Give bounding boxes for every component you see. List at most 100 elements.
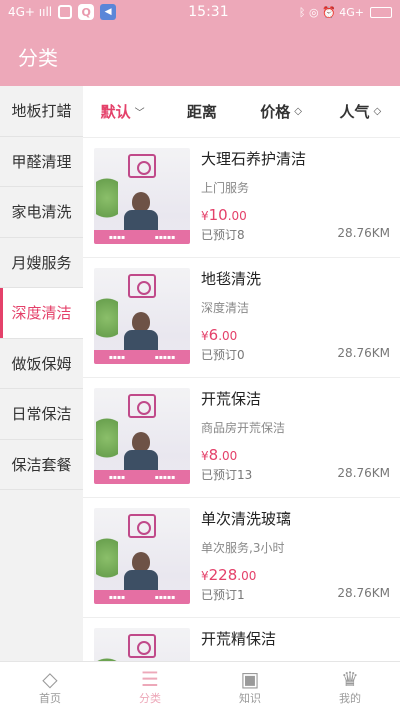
service-thumbnail (94, 628, 190, 661)
sidebar-item-floor-waxing[interactable]: 地板打蜡 (0, 86, 83, 137)
brand-logo-icon (128, 154, 156, 178)
plant-decor (96, 418, 118, 468)
thumbnail-banner: ▪▪▪▪ ▪▪▪▪▪ (94, 350, 190, 364)
listing-meta: 已预订8 28.76KM (201, 226, 390, 243)
shield-icon: ◀ (100, 4, 117, 20)
person-head (132, 312, 150, 332)
tab-category[interactable]: ☰ 分类 (100, 662, 200, 711)
price-currency: ¥ (201, 329, 209, 343)
booked-count: 已预订8 (201, 228, 245, 242)
sidebar-item-deep-cleaning[interactable]: 深度清洁 (0, 288, 83, 339)
price-integer: 8 (208, 446, 219, 464)
sidebar-item-formaldehyde[interactable]: 甲醛清理 (0, 137, 83, 187)
price-decimal: .00 (218, 449, 238, 463)
plant-decor (96, 298, 118, 348)
sort-price-button[interactable]: 价格 ◇ (242, 101, 321, 122)
brand-logo-icon (128, 514, 156, 538)
sort-popularity-button[interactable]: 人气 ◇ (321, 101, 400, 122)
tab-home[interactable]: ◇ 首页 (0, 662, 100, 711)
distance: 28.76KM (337, 226, 390, 240)
sort-popularity-label: 人气 (339, 103, 370, 121)
list-item[interactable]: 开荒精保洁 (83, 618, 400, 661)
sidebar-item-daily-cleaning[interactable]: 日常保洁 (0, 389, 83, 440)
listing-title: 开荒精保洁 (201, 630, 277, 648)
app-bar: 分类 (0, 24, 400, 86)
list-item[interactable]: ▪▪▪▪ ▪▪▪▪▪ 单次清洗玻璃 单次服务,3小时 ¥228.00 已预订1 2… (83, 498, 400, 618)
person-body (124, 210, 158, 232)
person-head (132, 192, 150, 212)
network-indicator: 4G+ ııll (8, 5, 53, 19)
brand-logo-icon (128, 394, 156, 418)
diamond-icon: ◇ (42, 666, 58, 691)
sim-icon (58, 5, 73, 19)
listing-title: 单次清洗玻璃 (201, 510, 292, 528)
sidebar-item-maternity[interactable]: 月嫂服务 (0, 238, 83, 288)
sort-default-button[interactable]: 默认 ﹀ (83, 101, 162, 122)
list-item[interactable]: ▪▪▪▪ ▪▪▪▪▪ 地毯清洗 深度清洁 ¥6.00 已预订0 28.76KM (83, 258, 400, 378)
brand-logo-icon (128, 274, 156, 298)
listing-info: 大理石养护清洁 上门服务 ¥10.00 已预订8 28.76KM (190, 148, 390, 247)
price-currency: ¥ (201, 449, 209, 463)
person-head (132, 432, 150, 452)
tab-knowledge[interactable]: ▣ 知识 (200, 662, 300, 711)
clock: 15:31 (188, 4, 229, 20)
listing-info: 单次清洗玻璃 单次服务,3小时 ¥228.00 已预订1 28.76KM (190, 508, 390, 607)
listing-panel: 默认 ﹀ 距离 价格 ◇ 人气 ◇ ▪▪▪▪ ▪▪▪▪▪ 大理石养护清洁 上门服务… (83, 86, 400, 661)
listing-title: 开荒保洁 (201, 390, 262, 408)
sort-price-label: 价格 (260, 103, 291, 121)
plant-decor (96, 178, 118, 228)
battery-icon (370, 6, 392, 18)
price-currency: ¥ (201, 569, 209, 583)
thumbnail-banner: ▪▪▪▪ ▪▪▪▪▪ (94, 230, 190, 244)
book-icon: ▣ (240, 666, 260, 691)
crown-icon: ♛ (341, 666, 359, 691)
price-integer: 10 (208, 206, 228, 224)
tab-label: 首页 (39, 691, 61, 705)
sidebar-item-label: 日常保洁 (11, 405, 72, 424)
price-decimal: .00 (227, 209, 247, 223)
sort-distance-label: 距离 (186, 103, 217, 121)
tab-profile[interactable]: ♛ 我的 (300, 662, 400, 711)
sidebar-item-label: 月嫂服务 (11, 253, 72, 272)
status-left: 4G+ ııll Q ◀ (8, 4, 158, 20)
listing-meta: 已预订1 28.76KM (201, 586, 390, 603)
tab-label: 知识 (239, 691, 261, 705)
listing-info: 地毯清洗 深度清洁 ¥6.00 已预订0 28.76KM (190, 268, 390, 367)
sort-arrows-icon: ◇ (294, 106, 302, 117)
service-thumbnail: ▪▪▪▪ ▪▪▪▪▪ (94, 148, 190, 244)
listing-info: 开荒精保洁 (190, 628, 390, 661)
booked-count: 已预订1 (201, 588, 245, 602)
qq-icon: Q (78, 4, 95, 20)
listing-subtitle: 商品房开荒保洁 (201, 421, 286, 435)
sidebar-item-label: 甲醛清理 (11, 152, 72, 171)
sidebar-item-label: 深度清洁 (11, 304, 72, 323)
listing-price: ¥228.00 (201, 566, 390, 584)
listing-meta: 已预订13 28.76KM (201, 466, 390, 483)
sidebar-item-cleaning-package[interactable]: 保洁套餐 (0, 440, 83, 490)
service-thumbnail: ▪▪▪▪ ▪▪▪▪▪ (94, 388, 190, 484)
thumbnail-banner: ▪▪▪▪ ▪▪▪▪▪ (94, 590, 190, 604)
service-thumbnail: ▪▪▪▪ ▪▪▪▪▪ (94, 508, 190, 604)
sidebar-item-appliance-cleaning[interactable]: 家电清洗 (0, 187, 83, 238)
list-item[interactable]: ▪▪▪▪ ▪▪▪▪▪ 大理石养护清洁 上门服务 ¥10.00 已预订8 28.76… (83, 138, 400, 258)
person-body (124, 570, 158, 592)
price-currency: ¥ (201, 209, 209, 223)
distance: 28.76KM (337, 466, 390, 480)
listing-subtitle: 深度清洁 (201, 301, 250, 315)
sidebar-item-cooking-nanny[interactable]: 做饭保姆 (0, 339, 83, 389)
listing-title: 大理石养护清洁 (201, 150, 307, 168)
list-item[interactable]: ▪▪▪▪ ▪▪▪▪▪ 开荒保洁 商品房开荒保洁 ¥8.00 已预订13 28.76… (83, 378, 400, 498)
sidebar-item-label: 地板打蜡 (11, 102, 72, 121)
booked-count: 已预订13 (201, 468, 253, 482)
sidebar-item-label: 保洁套餐 (11, 455, 72, 474)
sort-bar: 默认 ﹀ 距离 价格 ◇ 人气 ◇ (83, 86, 400, 138)
status-bar: 4G+ ııll Q ◀ 15:31 ᛒ ◎ ⏰ 4G+ (0, 0, 400, 24)
listing-title: 地毯清洗 (201, 270, 262, 288)
list-icon: ☰ (141, 666, 159, 691)
price-integer: 228 (208, 566, 238, 584)
sort-distance-button[interactable]: 距离 (162, 101, 241, 122)
person-head (132, 552, 150, 572)
listing-price: ¥6.00 (201, 326, 390, 344)
sort-arrows-icon: ◇ (373, 106, 382, 117)
page-title: 分类 (18, 46, 58, 70)
